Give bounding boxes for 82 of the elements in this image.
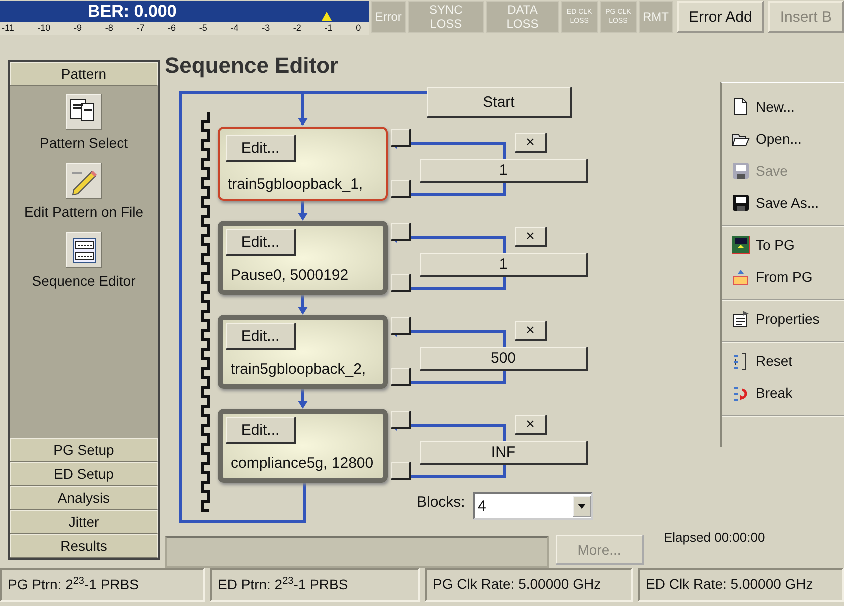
edit-button[interactable]: Edit...	[226, 417, 296, 444]
status-cell: ED Clk Rate: 5.00000 GHz	[638, 568, 844, 602]
sidebar-tab[interactable]: Analysis	[10, 486, 158, 510]
scale-label: -1	[324, 22, 333, 35]
delete-button[interactable]: ×	[515, 227, 547, 247]
toolbar-button[interactable]: Error Add	[676, 1, 764, 33]
connector-port	[391, 411, 411, 429]
status-indicator: SYNC LOSS	[408, 1, 484, 33]
ber-reading: BER: 0.000	[88, 1, 177, 22]
sequence-block[interactable]: Edit... train5gbloopback_2,	[218, 315, 388, 389]
toolbar-button[interactable]: Open...	[722, 123, 844, 155]
scale-label: -4	[230, 22, 239, 35]
scale-label: 0	[356, 22, 362, 35]
scale-label: -9	[74, 22, 82, 35]
edit-button[interactable]: Edit...	[226, 229, 296, 256]
toolbar-button[interactable]: Save As...	[722, 187, 844, 219]
edit-button[interactable]: Edit...	[226, 323, 296, 350]
file-icon	[732, 98, 750, 116]
connector-port	[391, 129, 411, 147]
sidebar-tab[interactable]: ED Setup	[10, 462, 158, 486]
toolbar-button[interactable]: Properties	[722, 303, 844, 335]
status-indicator: Error	[371, 1, 406, 33]
scale-label: -2	[293, 22, 302, 35]
toolbar-button[interactable]: To PG	[722, 229, 844, 261]
repeat-count-field[interactable]: INF	[420, 441, 588, 465]
scale-label: -11	[2, 22, 14, 35]
status-cell: PG Ptrn: 2$^{23}$-1 PRBS	[0, 568, 205, 602]
status-indicator: RMT	[638, 1, 673, 33]
block-name: train5gbloopback_1,	[228, 176, 364, 193]
flow-arrow	[298, 93, 308, 126]
block-name: compliance5g, 12800	[231, 455, 374, 472]
scale-label: -3	[262, 22, 270, 35]
toolbar-button[interactable]: Break	[722, 377, 844, 409]
blocks-label: Blocks:	[417, 494, 466, 513]
connector-port	[391, 180, 411, 198]
caret-icon	[578, 504, 586, 508]
delete-button[interactable]: ×	[515, 133, 547, 153]
status-cell: ED Ptrn: 2$^{23}$-1 PRBS	[210, 568, 420, 602]
sequence-block[interactable]: Edit... compliance5g, 12800	[218, 409, 388, 483]
block-name: train5gbloopback_2,	[231, 361, 366, 378]
sidebar-item[interactable]: Sequence Editor	[22, 232, 146, 291]
sidebar-tab[interactable]: Pattern	[10, 62, 158, 86]
sequence-block[interactable]: Edit... Pause0, 5000192	[218, 221, 388, 295]
edit-button[interactable]: Edit...	[226, 135, 296, 162]
toolbar-button[interactable]: New...	[722, 91, 844, 123]
connector-port	[391, 274, 411, 292]
elapsed-time: Elapsed 00:00:00	[664, 530, 766, 545]
delete-button[interactable]: ×	[515, 321, 547, 341]
page-title: Sequence Editor	[165, 52, 340, 80]
sidebar-tab[interactable]: PG Setup	[10, 438, 158, 462]
scale-label: -5	[199, 22, 208, 35]
start-button[interactable]: Start	[427, 87, 572, 118]
toolbar-button[interactable]: Reset	[722, 345, 844, 377]
sequence-block[interactable]: Edit... train5gbloopback_1,	[218, 127, 388, 201]
connector-port	[391, 462, 411, 480]
repeat-count-field[interactable]: 1	[420, 159, 588, 183]
board-icon	[732, 268, 750, 286]
connector-port	[391, 223, 411, 241]
repeat-count-field[interactable]: 1	[420, 253, 588, 277]
scale-label: -7	[136, 22, 145, 35]
board-icon	[732, 236, 750, 254]
flow-arrow	[298, 389, 308, 409]
blocks-dropdown[interactable]: 4	[473, 492, 593, 520]
scale-label: -10	[38, 22, 51, 35]
status-indicator: DATA LOSS	[486, 1, 560, 33]
repeat-count-field[interactable]: 500	[420, 347, 588, 371]
connector-port	[391, 317, 411, 335]
split-arrow-icon	[732, 384, 750, 402]
flow-arrow	[298, 295, 308, 315]
status-cell: PG Clk Rate: 5.00000 GHz	[425, 568, 633, 602]
flow-arrow	[298, 201, 308, 221]
delete-button[interactable]: ×	[515, 415, 547, 435]
properties-icon	[732, 310, 750, 328]
sidebar-item[interactable]: Pattern Select	[22, 94, 146, 153]
connector-port	[391, 368, 411, 386]
block-name: Pause0, 5000192	[231, 267, 349, 284]
toolbar-button[interactable]: From PG	[722, 261, 844, 293]
sidebar-item[interactable]: Edit Pattern on File	[22, 163, 146, 222]
scale-label: -6	[168, 22, 176, 35]
sidebar-tab[interactable]: Results	[10, 534, 158, 558]
sidebar-tab[interactable]: Jitter	[10, 510, 158, 534]
scale-label: -8	[105, 22, 114, 35]
